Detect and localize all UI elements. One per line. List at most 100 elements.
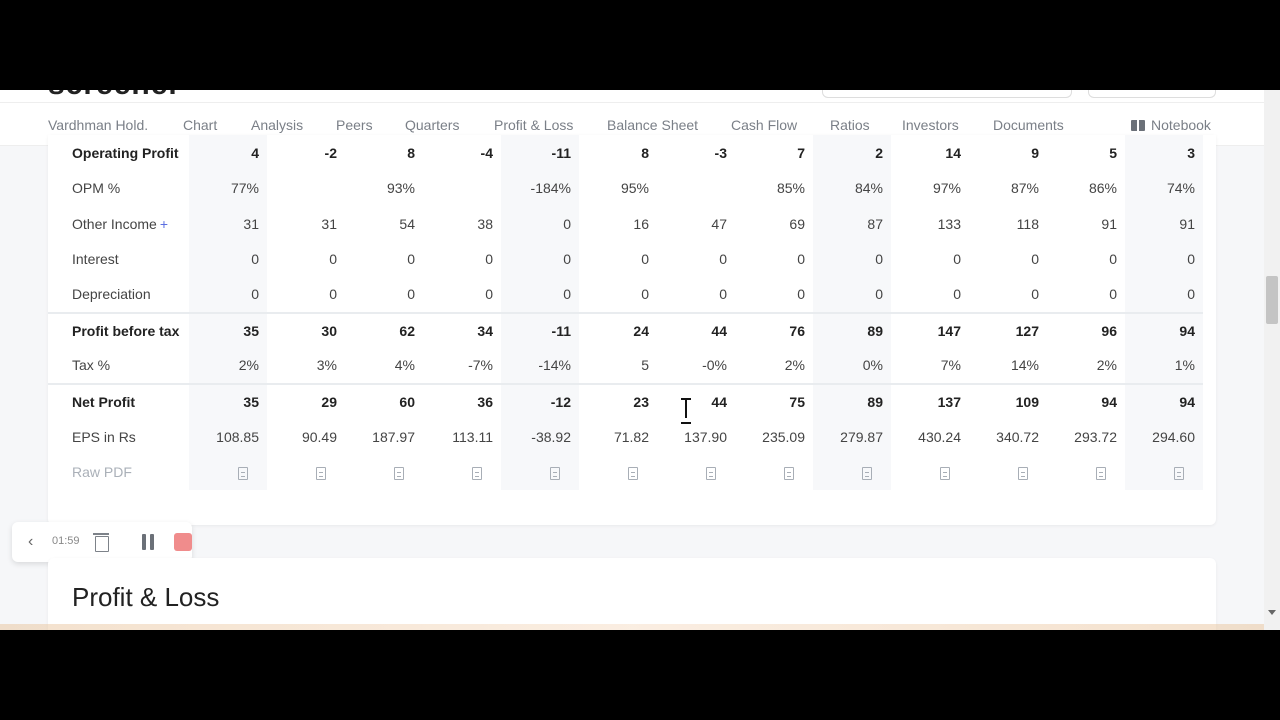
table-row: Profit before tax 35 30 62 34 -11 24 44 76 89 147 1… [48,311,1203,348]
table-cell: 3 [1125,135,1203,171]
pause-icon[interactable] [141,534,155,550]
pdf-link[interactable] [501,454,579,490]
pdf-file-icon [316,467,326,481]
table-cell: 89 [813,311,891,348]
chevron-left-icon[interactable]: ‹ [28,533,33,551]
table-cell: 7 [797,144,805,161]
table-cell: 24 [579,311,657,348]
nav-ratios[interactable]: Ratios [830,117,870,133]
nav-company[interactable]: Vardhman Hold. [48,117,148,133]
table-cell: 74% [1125,170,1203,206]
table-cell: 113.11 [452,428,493,445]
nav-profit-loss[interactable]: Profit & Loss [494,117,573,133]
table-cell: 0% [813,348,891,384]
table-cell: 0 [719,251,727,268]
table-cell: 2% [189,348,267,384]
table-cell: 0 [189,241,267,277]
table-cell: 430.24 [918,428,961,445]
pdf-link[interactable] [657,455,735,491]
table-cell: 4% [394,357,415,374]
table-cell: 8 [407,144,415,161]
section-title: Profit & Loss [72,582,220,612]
pdf-link[interactable] [891,455,969,491]
table-cell: 0 [407,286,415,303]
table-cell: 85% [776,180,805,197]
table-cell: -38.92 [501,419,579,455]
table-row: Tax % 2% 3% 4% -7% -14% 5 -0% 2% 0% 7% 14% 2% 1% [48,348,1203,384]
nav-cash-flow[interactable]: Cash Flow [731,117,797,133]
table-cell: 0 [1125,277,1203,313]
table-cell: 47 [711,215,727,232]
row-label: Raw PDF [72,464,132,481]
expand-plus-icon[interactable]: + [160,216,168,232]
table-cell: 93% [386,180,415,197]
pdf-link[interactable] [267,455,345,491]
table-cell: 2 [813,135,891,171]
table-row: Depreciation 0 0 0 0 0 0 0 0 0 0 0 0 0 [48,277,1203,313]
scrollbar[interactable] [1264,90,1280,630]
table-cell: 0 [1031,286,1039,303]
table-row: Raw PDF [48,454,1203,491]
table-cell: 1% [1125,348,1203,384]
notebook-icon [1131,119,1145,131]
pdf-link[interactable] [345,455,423,491]
table-cell: 90.49 [301,428,337,445]
table-cell: 87 [813,206,891,242]
stop-recording-button[interactable] [174,533,192,551]
table-cell: 44 [657,311,735,348]
nav-quarters[interactable]: Quarters [405,117,459,133]
pdf-link[interactable] [423,455,501,491]
table-cell: 84% [813,170,891,206]
pdf-link[interactable] [579,455,657,491]
table-cell: 0 [1109,251,1117,268]
nav-chart[interactable]: Chart [183,117,217,133]
pdf-file-icon [628,467,638,481]
pdf-link[interactable] [735,455,813,491]
table-cell: 94 [1125,311,1203,348]
table-cell: 340.72 [996,428,1039,445]
page-bottom-edge [0,624,1264,630]
table-cell: 0 [501,277,579,313]
pdf-link[interactable] [969,455,1047,491]
nav-notebook[interactable]: Notebook [1131,117,1211,133]
row-label[interactable]: Other Income + [48,206,189,242]
search-box[interactable] [822,90,1072,98]
browser-viewport: screener Vardhman Hold. Chart Analysis P… [0,90,1280,630]
nav-peers[interactable]: Peers [336,117,373,133]
table-cell: 87% [1010,180,1039,197]
scroll-down-arrow[interactable] [1268,610,1276,615]
pdf-file-icon [1018,467,1028,481]
nav-investors[interactable]: Investors [902,117,959,133]
table-cell: -3 [714,144,727,161]
row-label: Profit before tax [48,311,189,348]
quarterly-results-card: Operating Profit 4 -2 8 -4 -11 8 -3 7 2 14 9 5 3 OPM %… [48,135,1216,525]
table-cell: 96 [1047,311,1125,348]
nav-balance-sheet[interactable]: Balance Sheet [607,117,698,133]
pdf-link[interactable] [189,454,267,490]
table-cell: 94 [1047,382,1125,419]
table-cell: 8 [641,144,649,161]
table-cell: 44 [657,382,735,419]
nav-documents[interactable]: Documents [993,117,1064,133]
table-cell: 2% [1096,357,1117,374]
table-cell: 91 [1125,206,1203,242]
table-cell: 31 [321,215,337,232]
table-cell: 108.85 [189,419,267,455]
table-cell: 14% [1010,357,1039,374]
table-cell [423,171,501,207]
trash-icon[interactable] [93,532,109,552]
pdf-link[interactable] [1125,454,1203,490]
table-cell [267,171,345,207]
pdf-link[interactable] [1047,455,1125,491]
site-logo[interactable]: screener [48,90,181,102]
table-cell: 294.60 [1125,419,1203,455]
table-cell: 0 [1031,251,1039,268]
pdf-file-icon [1174,467,1184,481]
scrollbar-thumb[interactable] [1266,276,1278,324]
table-cell: 97% [932,180,961,197]
table-cell: -12 [501,382,579,419]
pdf-link[interactable] [813,454,891,490]
table-cell: 86% [1088,180,1117,197]
account-button[interactable] [1088,90,1216,98]
nav-analysis[interactable]: Analysis [251,117,303,133]
